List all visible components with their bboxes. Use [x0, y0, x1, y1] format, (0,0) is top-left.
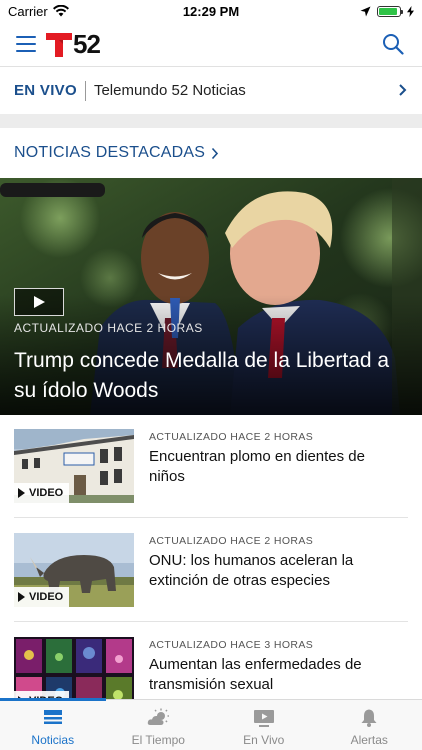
tab-en-vivo[interactable]: En Vivo: [211, 700, 317, 750]
telemundo-52-logo[interactable]: 52: [46, 29, 101, 59]
telemundo-t-logo-icon: [46, 33, 72, 57]
chevron-right-icon: [211, 147, 219, 159]
tab-label: Alertas: [350, 733, 388, 747]
play-icon: [18, 592, 25, 602]
list-divider: [14, 621, 408, 622]
list-divider: [14, 517, 408, 518]
battery-level: [379, 7, 397, 15]
status-right: [360, 5, 414, 17]
tab-noticias[interactable]: Noticias: [0, 700, 106, 750]
play-icon: [34, 296, 45, 308]
article-updated-time: ACTUALIZADO HACE 3 HORAS: [149, 639, 314, 651]
hero-updated-time: ACTUALIZADO HACE 2 HORAS: [14, 321, 203, 335]
bell-icon: [361, 709, 377, 727]
article-headline: Encuentran plomo en dientes de niños: [149, 448, 365, 485]
hero-story[interactable]: ACTUALIZADO HACE 2 HORAS Trump concede M…: [0, 178, 422, 415]
carrier-label: Carrier: [8, 3, 48, 19]
article-thumbnail: VIDEO: [14, 533, 134, 607]
app-header: 52: [0, 22, 422, 66]
weather-icon: [148, 708, 170, 725]
location-arrow-icon: [360, 6, 371, 16]
tab-label: En Vivo: [243, 733, 285, 747]
live-channel-name: Telemundo 52 Noticias: [93, 82, 246, 99]
status-left: Carrier: [8, 4, 69, 19]
article-updated-time: ACTUALIZADO HACE 2 HORAS: [149, 431, 314, 443]
tab-label: Noticias: [31, 733, 75, 747]
video-badge-label: VIDEO: [29, 487, 64, 499]
chevron-right-icon: [399, 84, 407, 96]
section-title: NOTICIAS DESTACADAS: [14, 144, 206, 161]
charging-bolt-icon: [407, 5, 414, 17]
video-badge-label: VIDEO: [29, 591, 64, 603]
featured-section-header[interactable]: NOTICIAS DESTACADAS: [0, 128, 422, 178]
wifi-icon: [52, 5, 69, 17]
article-headline: Aumentan las enfermedades de transmisión…: [149, 656, 362, 693]
hero-headline: Trump concede Medalla de la Libertad a s…: [14, 349, 390, 402]
article-thumbnail: VIDEO: [14, 429, 134, 503]
video-badge: VIDEO: [14, 587, 70, 607]
search-icon[interactable]: [382, 33, 404, 55]
video-badge: VIDEO: [14, 483, 70, 503]
live-separator: [84, 80, 86, 101]
play-icon: [18, 488, 25, 498]
logo-number: 52: [73, 29, 101, 59]
live-stream-bar[interactable]: EN VIVO Telemundo 52 Noticias: [0, 66, 422, 114]
article-headline: ONU: los humanos aceleran la extinción d…: [149, 552, 354, 589]
bottom-tab-bar: Noticias El Tiempo En Vivo Alertas: [0, 698, 422, 750]
tab-el-tiempo[interactable]: El Tiempo: [106, 700, 212, 750]
tab-alertas[interactable]: Alertas: [317, 700, 422, 750]
article-updated-time: ACTUALIZADO HACE 2 HORAS: [149, 535, 314, 547]
active-tab-indicator: [0, 698, 106, 701]
live-tag: EN VIVO: [14, 82, 77, 99]
status-bar: Carrier 12:29 PM: [0, 0, 422, 22]
live-tv-icon: [253, 710, 274, 727]
battery-icon: [377, 5, 403, 17]
tab-label: El Tiempo: [131, 733, 185, 747]
article-item[interactable]: VIDEO ACTUALIZADO HACE 2 HORAS ONU: los …: [14, 533, 408, 621]
article-item[interactable]: VIDEO ACTUALIZADO HACE 2 HORAS Encuentra…: [14, 429, 408, 517]
news-icon: [43, 710, 62, 724]
play-video-button[interactable]: [14, 288, 64, 316]
section-spacer: [0, 114, 422, 128]
hamburger-menu-icon[interactable]: [16, 36, 36, 52]
